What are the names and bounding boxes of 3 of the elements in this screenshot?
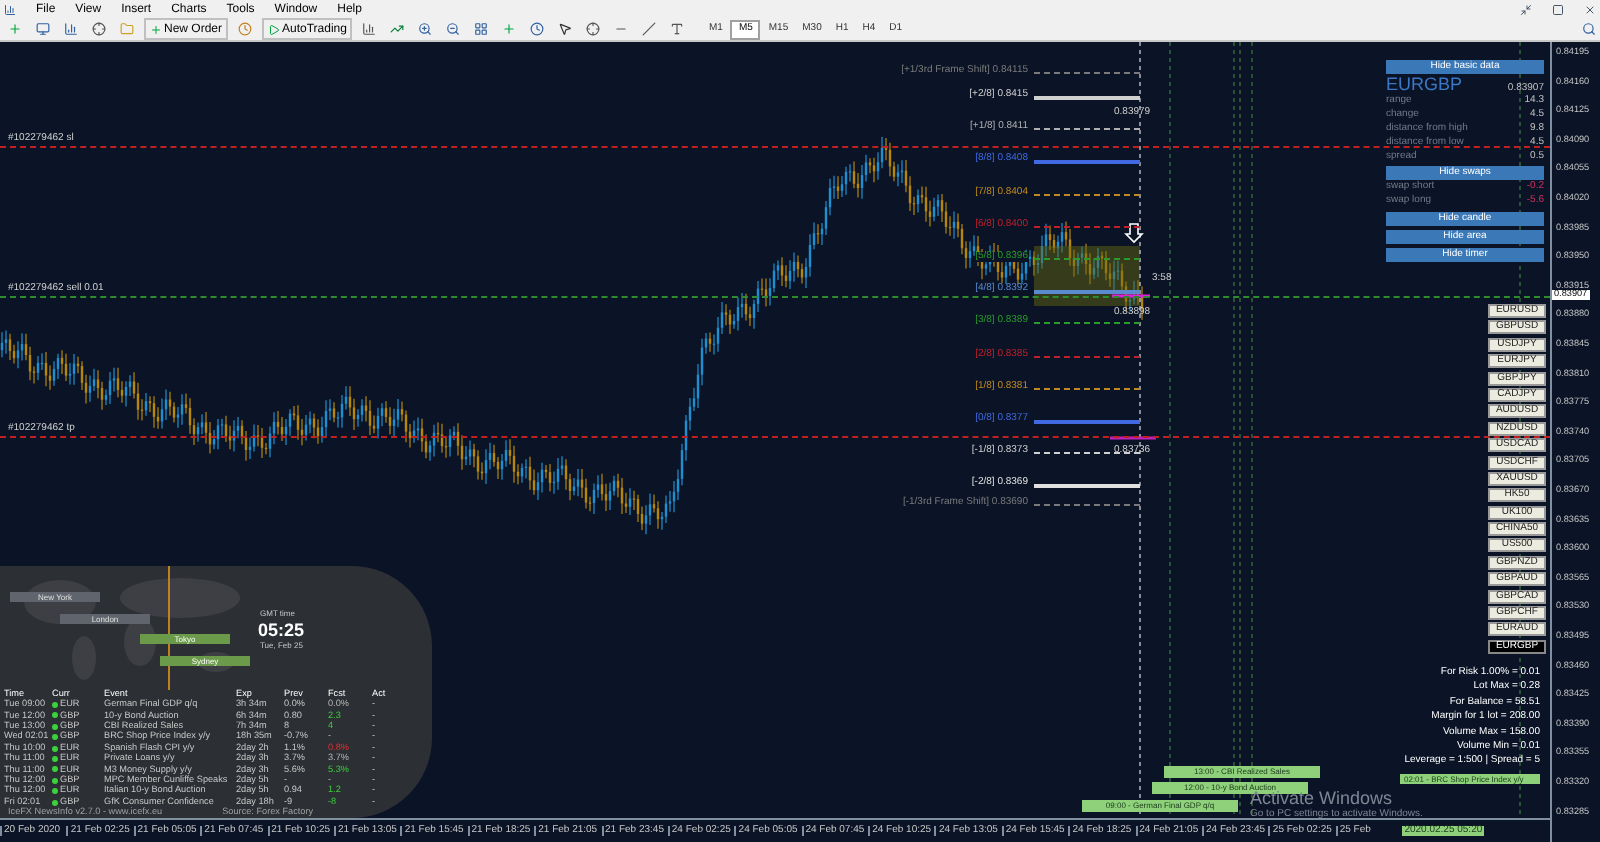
activation-title: Activate Windows bbox=[1250, 790, 1395, 808]
clock-time: 05:25 bbox=[258, 622, 305, 640]
symbol-name: EURGBP bbox=[1386, 76, 1463, 94]
